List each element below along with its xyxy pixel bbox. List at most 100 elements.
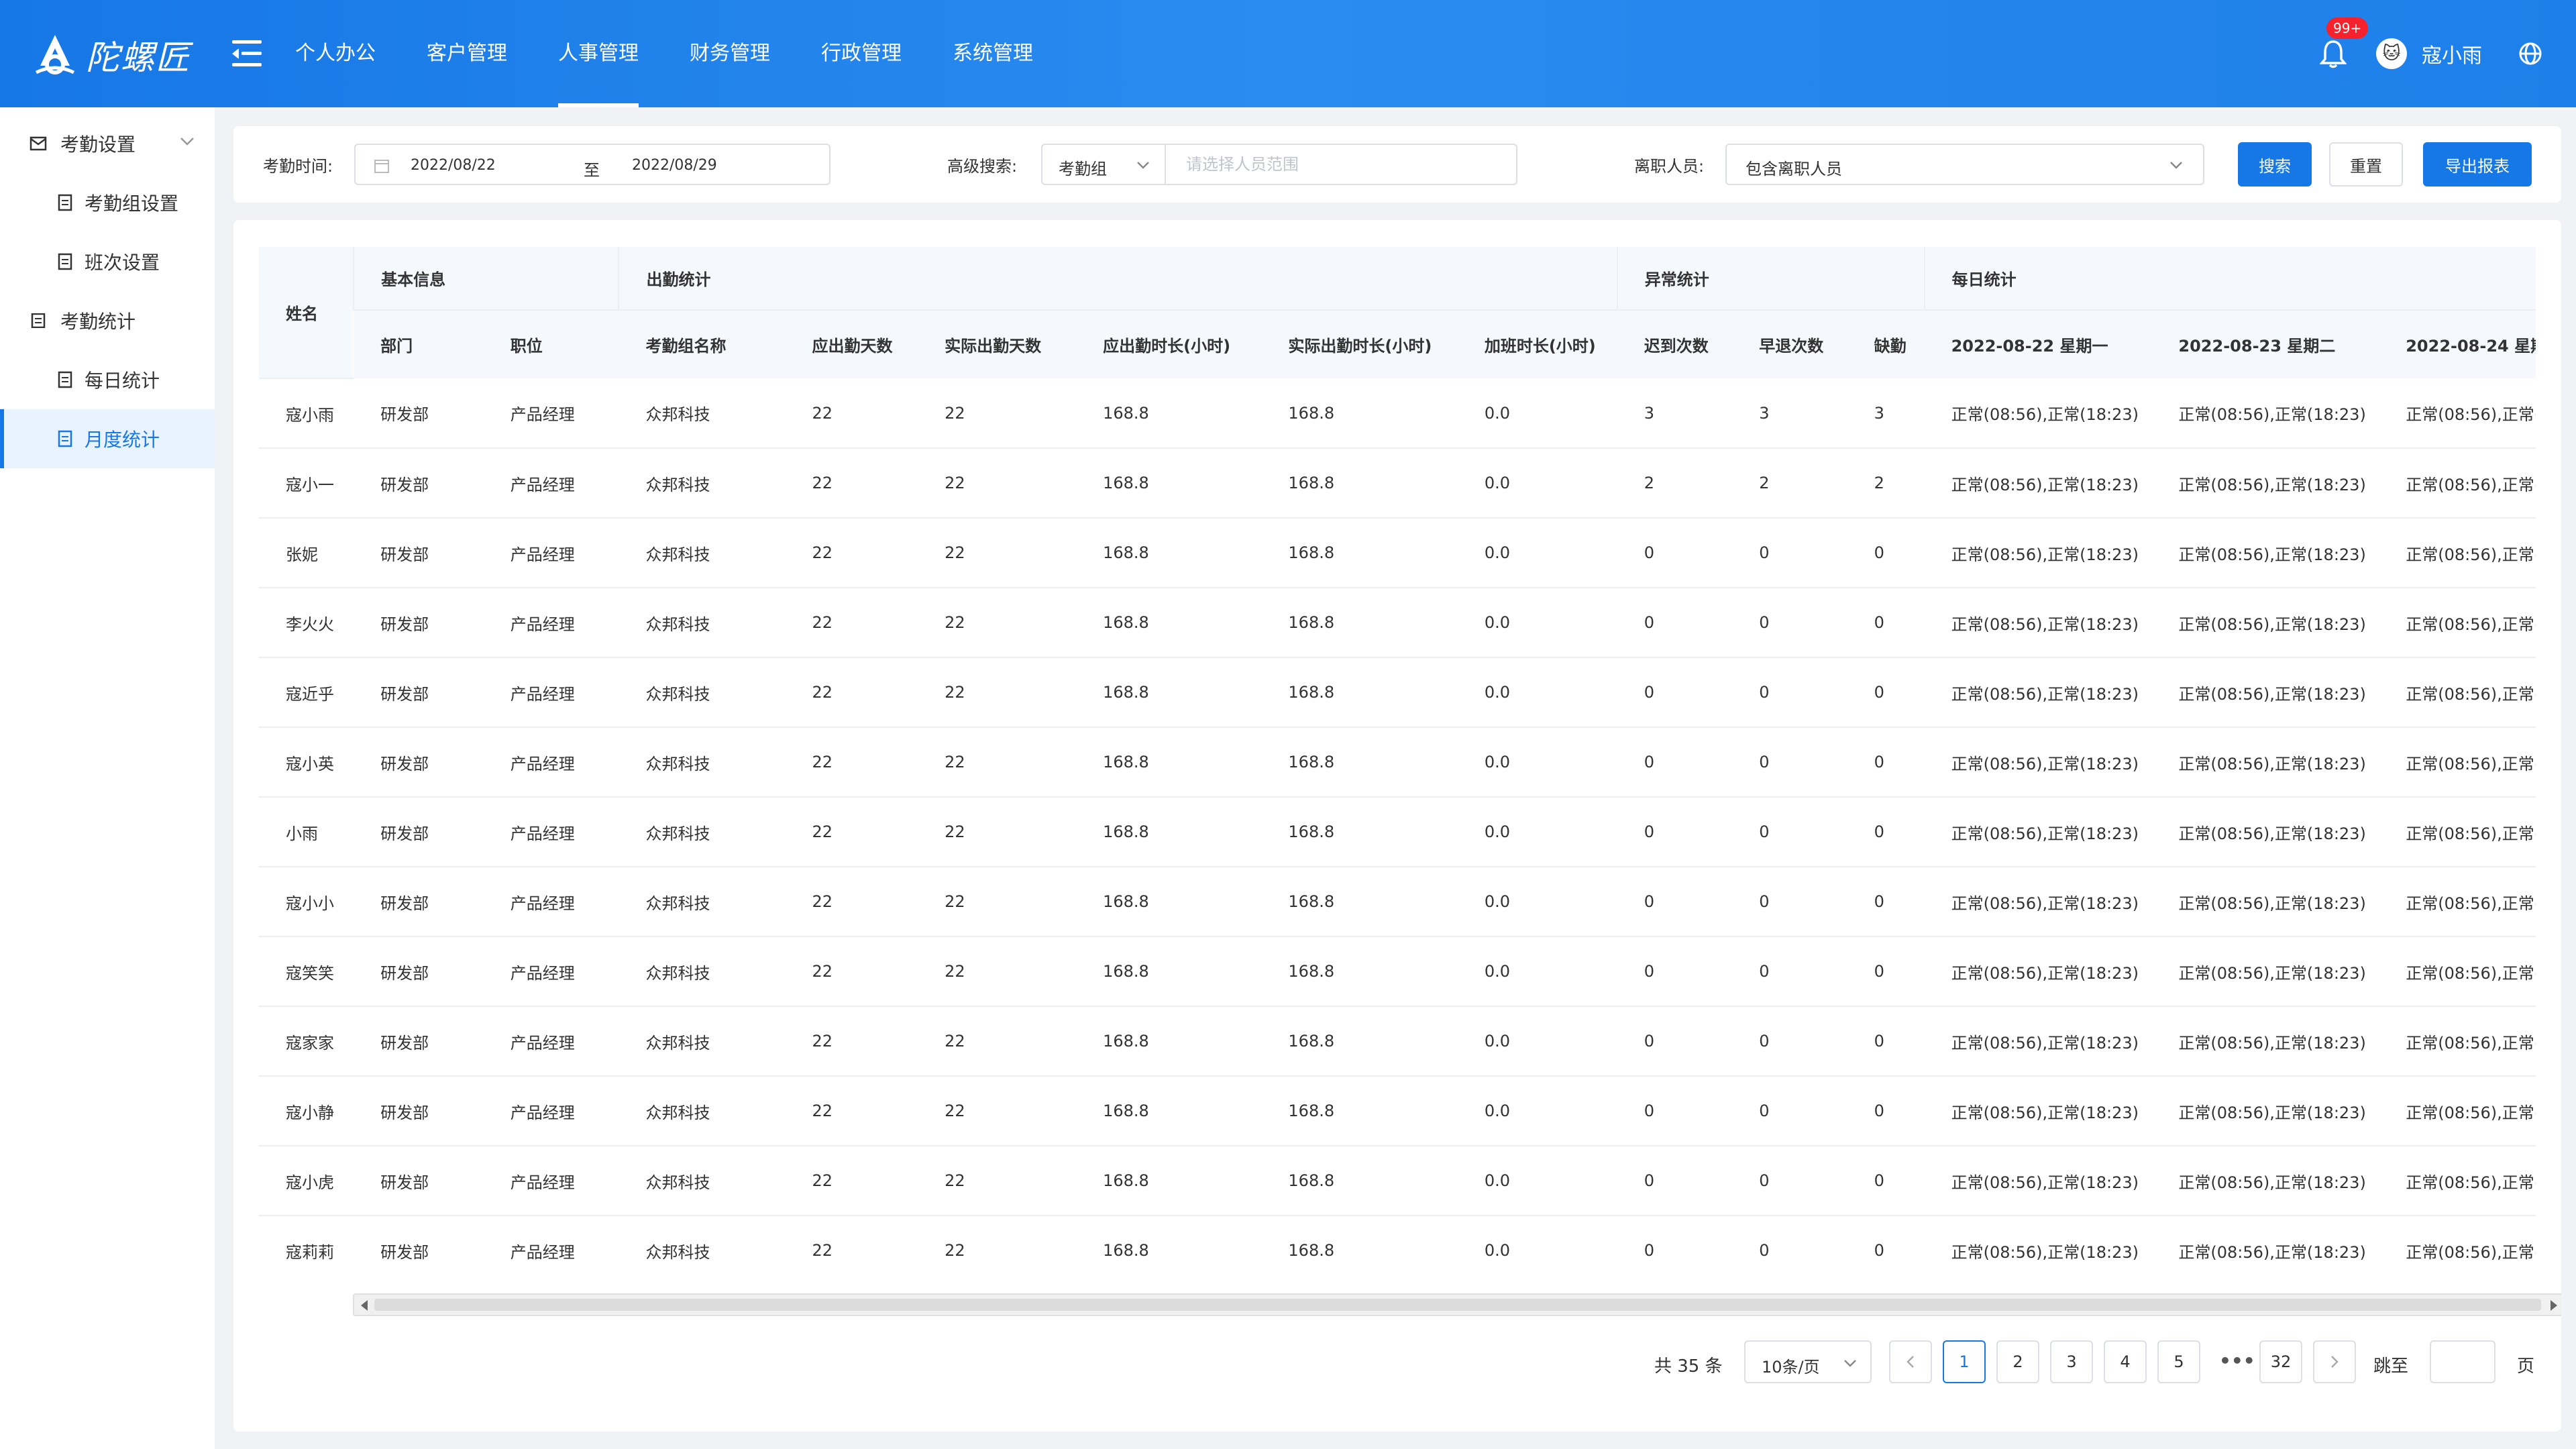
monthly-stats-table-container: 姓名 基本信息 出勤统计 异常统计 每日统计 部门 职位 考勤组名称 应出勤天数 实际出… — [259, 247, 2536, 1280]
table-cell: 168.8 — [1076, 448, 1262, 519]
table-cell: 研发部 — [354, 1006, 484, 1077]
table-row[interactable]: 寇家家 研发部 产品经理 众邦科技 22 22 168.8 168.8 0.0 0 0 0 正常(08:… — [259, 1006, 2536, 1077]
search-button[interactable]: 搜索 — [2238, 142, 2312, 186]
menu-collapse-icon[interactable] — [232, 40, 262, 67]
sidebar-group-attendance-stats[interactable]: 考勤统计 — [0, 291, 215, 350]
next-page-button[interactable] — [2313, 1340, 2356, 1383]
table-cell: 产品经理 — [483, 588, 619, 658]
table-cell: 0 — [1617, 797, 1733, 867]
table-row[interactable]: 寇小小 研发部 产品经理 众邦科技 22 22 168.8 168.8 0.0 0 0 0 正常(08:… — [259, 867, 2536, 937]
table-cell: 正常(08:56),正常(18:23) — [2151, 867, 2379, 937]
table-cell: 168.8 — [1261, 518, 1458, 588]
table-row[interactable]: 寇小虎 研发部 产品经理 众邦科技 22 22 168.8 168.8 0.0 0 0 0 正常(08:… — [259, 1146, 2536, 1216]
table-cell: 正常(08:56),正常(18:23) — [2379, 1006, 2536, 1077]
username[interactable]: 寇小雨 — [2422, 39, 2482, 68]
table-cell: 寇笑笑 — [259, 936, 354, 1007]
page-button-last[interactable]: 32 — [2259, 1340, 2302, 1383]
chevron-right-icon — [2331, 1356, 2339, 1368]
date-start[interactable]: 2022/08/22 — [411, 157, 496, 174]
jump-page-input[interactable] — [2430, 1340, 2496, 1383]
nav-item[interactable]: 个人办公 — [295, 0, 376, 107]
table-row[interactable]: 寇近乎 研发部 产品经理 众邦科技 22 22 168.8 168.8 0.0 0 0 0 正常(08:… — [259, 657, 2536, 728]
table-cell: 产品经理 — [483, 1146, 619, 1216]
table-cell: 22 — [918, 1146, 1077, 1216]
table-row[interactable]: 寇小雨 研发部 产品经理 众邦科技 22 22 168.8 168.8 0.0 3 3 3 正常(08:… — [259, 378, 2536, 449]
sidebar-item[interactable]: 班次设置 — [0, 232, 215, 291]
table-cell: 正常(08:56),正常(18:23) — [2151, 1146, 2379, 1216]
attendance-group-select[interactable]: 考勤组 — [1041, 144, 1166, 185]
sidebar-item[interactable]: 月度统计 — [0, 409, 215, 468]
sidebar-item[interactable]: 每日统计 — [0, 350, 215, 409]
brand-logo[interactable]: 陀螺匠 — [31, 30, 191, 80]
table-cell: 正常(08:56),正常(18:23) — [1924, 1006, 2152, 1077]
table-row[interactable]: 张妮 研发部 产品经理 众邦科技 22 22 168.8 168.8 0.0 0 0 0 正常(08:5… — [259, 518, 2536, 588]
sidebar-group-attendance-settings[interactable]: 考勤设置 — [0, 114, 215, 173]
page-button[interactable]: 5 — [2157, 1340, 2200, 1383]
reset-button[interactable]: 重置 — [2329, 142, 2403, 186]
nav-item[interactable]: 客户管理 — [427, 0, 507, 107]
table-cell: 研发部 — [354, 378, 484, 449]
time-label: 考勤时间: — [263, 157, 333, 176]
table-row[interactable]: 寇莉莉 研发部 产品经理 众邦科技 22 22 168.8 168.8 0.0 0 0 0 正常(08:… — [259, 1216, 2536, 1280]
page-button[interactable]: 3 — [2050, 1340, 2093, 1383]
page-button[interactable]: 4 — [2104, 1340, 2147, 1383]
table-cell: 正常(08:56),正常(18:23) — [2151, 448, 2379, 519]
staff-range-input[interactable]: 请选择人员范围 — [1166, 144, 1517, 185]
table-cell: 22 — [918, 936, 1077, 1007]
table-cell: 寇小静 — [259, 1076, 354, 1146]
prev-page-button[interactable] — [1889, 1340, 1932, 1383]
sidebar-group-label: 考勤设置 — [60, 133, 136, 156]
nav-item[interactable]: 行政管理 — [821, 0, 902, 107]
table-cell: 168.8 — [1076, 867, 1262, 937]
resigned-staff-select[interactable]: 包含离职人员 — [1725, 144, 2204, 185]
globe-icon[interactable] — [2518, 42, 2542, 66]
table-row[interactable]: 小雨 研发部 产品经理 众邦科技 22 22 168.8 168.8 0.0 0 0 0 正常(08:5… — [259, 797, 2536, 867]
table-row[interactable]: 寇小静 研发部 产品经理 众邦科技 22 22 168.8 168.8 0.0 0 0 0 正常(08:… — [259, 1076, 2536, 1146]
column-header: 部门 — [354, 310, 484, 378]
table-cell: 0 — [1847, 1146, 1925, 1216]
table-cell: 0 — [1732, 867, 1847, 937]
table-cell: 产品经理 — [483, 448, 619, 519]
table-cell: 22 — [918, 448, 1077, 519]
scroll-left-icon[interactable] — [361, 1300, 368, 1311]
table-cell: 22 — [785, 867, 918, 937]
column-header: 实际出勤时长(小时) — [1261, 310, 1458, 378]
table-cell: 22 — [918, 1076, 1077, 1146]
notification-bell-icon[interactable]: 99+ — [2319, 17, 2369, 68]
table-cell: 研发部 — [354, 448, 484, 519]
table-cell: 168.8 — [1076, 936, 1262, 1007]
date-range-picker[interactable]: 2022/08/22 至 2022/08/29 — [354, 144, 830, 185]
nav-item[interactable]: 财务管理 — [690, 0, 770, 107]
table-cell: 168.8 — [1076, 727, 1262, 798]
table-cell: 正常(08:56),正常(18:23) — [2151, 1006, 2379, 1077]
column-header: 迟到次数 — [1617, 310, 1733, 378]
table-cell: 22 — [785, 378, 918, 449]
table-row[interactable]: 寇小英 研发部 产品经理 众邦科技 22 22 168.8 168.8 0.0 0 0 0 正常(08:… — [259, 727, 2536, 798]
page-button[interactable]: 1 — [1943, 1340, 1986, 1383]
sidebar-item[interactable]: 考勤组设置 — [0, 173, 215, 232]
table-cell: 产品经理 — [483, 1076, 619, 1146]
pagination-ellipsis[interactable]: ••• — [2219, 1350, 2255, 1372]
page-size-select[interactable]: 10条/页 — [1744, 1340, 1872, 1383]
nav-item[interactable]: 人事管理 — [558, 0, 639, 107]
page-button[interactable]: 2 — [1996, 1340, 2039, 1383]
date-end[interactable]: 2022/08/29 — [632, 157, 717, 174]
attendance-group-select-value: 考勤组 — [1059, 160, 1107, 178]
resigned-staff-label: 离职人员: — [1634, 157, 1705, 176]
chevron-down-icon — [1844, 1360, 1856, 1367]
table-cell: 正常(08:56),正常(18:23) — [1924, 1216, 2152, 1280]
avatar[interactable]: 🐱 — [2376, 38, 2407, 69]
chevron-down-icon[interactable] — [180, 137, 195, 146]
nav-item[interactable]: 系统管理 — [953, 0, 1033, 107]
table-cell: 0.0 — [1457, 867, 1617, 937]
table-row[interactable]: 寇笑笑 研发部 产品经理 众邦科技 22 22 168.8 168.8 0.0 0 0 0 正常(08:… — [259, 936, 2536, 1007]
table-cell: 0 — [1732, 657, 1847, 728]
export-report-button[interactable]: 导出报表 — [2423, 142, 2532, 186]
table-cell: 168.8 — [1261, 378, 1458, 449]
table-cell: 正常(08:56),正常(18:23) — [2151, 518, 2379, 588]
table-row[interactable]: 李火火 研发部 产品经理 众邦科技 22 22 168.8 168.8 0.0 0 0 0 正常(08:… — [259, 588, 2536, 658]
scroll-right-icon[interactable] — [2551, 1300, 2557, 1311]
scrollbar-thumb[interactable] — [374, 1299, 2541, 1311]
table-row[interactable]: 寇小一 研发部 产品经理 众邦科技 22 22 168.8 168.8 0.0 2 2 2 正常(08:… — [259, 448, 2536, 519]
horizontal-scrollbar[interactable] — [353, 1293, 2561, 1316]
